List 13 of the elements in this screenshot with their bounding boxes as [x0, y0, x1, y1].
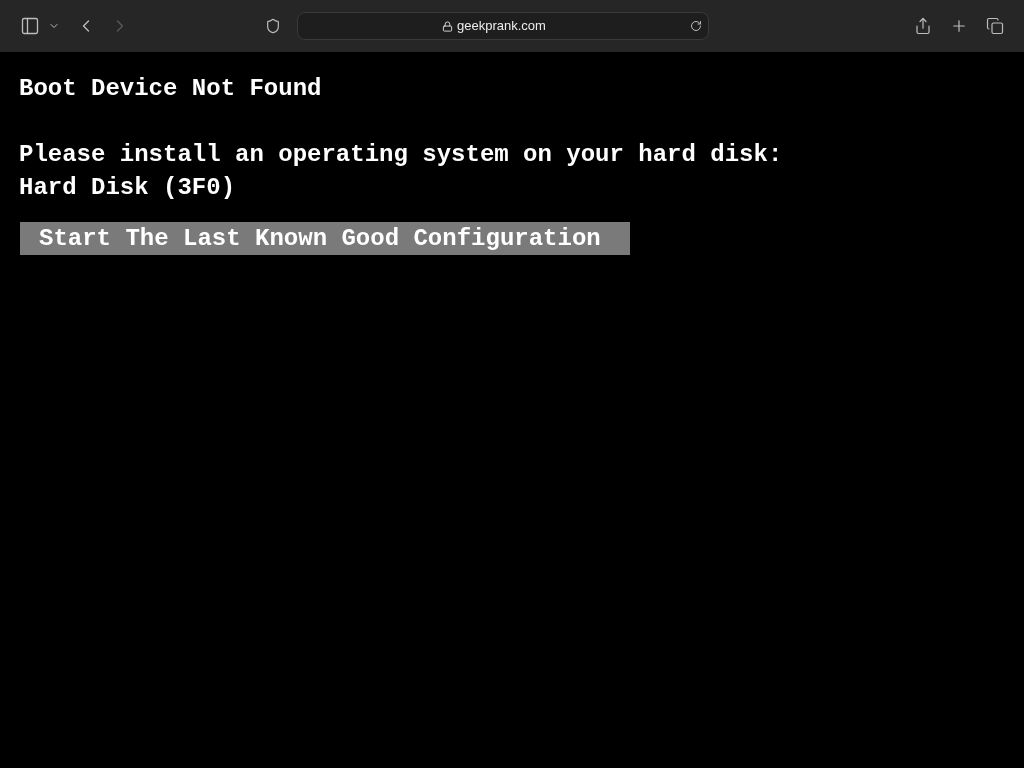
lock-icon — [442, 20, 454, 32]
message-line: Please install an operating system on your hard disk: — [19, 140, 783, 170]
new-tab-icon[interactable] — [950, 17, 968, 35]
shield-icon[interactable] — [265, 18, 281, 34]
error-title: Boot Device Not Found — [19, 74, 322, 104]
tabs-overview-icon[interactable] — [986, 17, 1004, 35]
reload-icon[interactable] — [690, 20, 702, 32]
url-text: geekprank.com — [457, 17, 546, 36]
sidebar-icon[interactable] — [20, 16, 40, 36]
boot-option[interactable]: Start The Last Known Good Configuration — [20, 222, 630, 255]
address-bar[interactable]: geekprank.com — [297, 12, 709, 40]
message-line: Hard Disk (3F0) — [19, 173, 236, 203]
share-icon[interactable] — [914, 17, 932, 35]
